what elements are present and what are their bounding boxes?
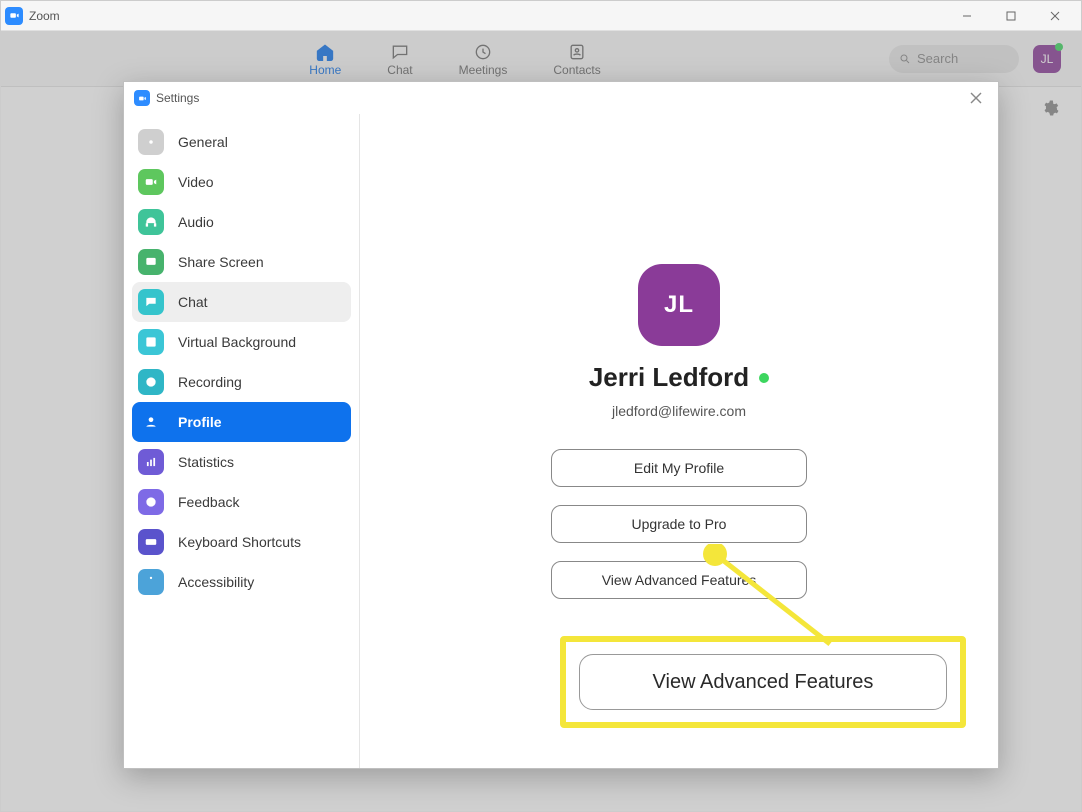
share-screen-icon bbox=[138, 249, 164, 275]
app-window: Zoom Home Chat Meetings Contacts bbox=[0, 0, 1082, 812]
view-advanced-features-button[interactable]: View Advanced Features bbox=[551, 561, 807, 599]
settings-body: General Video Audio Share Screen Chat bbox=[124, 114, 998, 768]
window-title: Zoom bbox=[29, 9, 60, 23]
virtual-bg-icon bbox=[138, 329, 164, 355]
gear-icon bbox=[138, 129, 164, 155]
keyboard-icon bbox=[138, 529, 164, 555]
settings-close-button[interactable] bbox=[964, 86, 988, 110]
settings-modal: Settings General Video Audio bbox=[123, 81, 999, 769]
settings-sidebar: General Video Audio Share Screen Chat bbox=[124, 114, 360, 768]
maximize-button[interactable] bbox=[989, 1, 1033, 31]
presence-indicator bbox=[759, 373, 769, 383]
settings-header: Settings bbox=[124, 82, 998, 114]
profile-name: Jerri Ledford bbox=[589, 362, 749, 393]
edit-profile-button[interactable]: Edit My Profile bbox=[551, 449, 807, 487]
minimize-button[interactable] bbox=[945, 1, 989, 31]
callout-button: View Advanced Features bbox=[579, 654, 947, 710]
profile-avatar[interactable]: JL bbox=[638, 264, 720, 346]
sidebar-item-accessibility[interactable]: Accessibility bbox=[124, 562, 359, 602]
zoom-icon bbox=[5, 7, 23, 25]
profile-name-row: Jerri Ledford bbox=[589, 362, 769, 393]
sidebar-item-virtual-background[interactable]: Virtual Background bbox=[124, 322, 359, 362]
sidebar-item-profile[interactable]: Profile bbox=[132, 402, 351, 442]
profile-icon bbox=[138, 409, 164, 435]
settings-title: Settings bbox=[156, 91, 199, 105]
statistics-icon bbox=[138, 449, 164, 475]
sidebar-item-video[interactable]: Video bbox=[124, 162, 359, 202]
accessibility-icon bbox=[138, 569, 164, 595]
sidebar-item-feedback[interactable]: Feedback bbox=[124, 482, 359, 522]
sidebar-item-keyboard-shortcuts[interactable]: Keyboard Shortcuts bbox=[124, 522, 359, 562]
recording-icon bbox=[138, 369, 164, 395]
sidebar-item-chat[interactable]: Chat bbox=[132, 282, 351, 322]
settings-content: JL Jerri Ledford jledford@lifewire.com E… bbox=[360, 114, 998, 768]
window-controls bbox=[945, 1, 1077, 31]
feedback-icon bbox=[138, 489, 164, 515]
sidebar-item-share-screen[interactable]: Share Screen bbox=[124, 242, 359, 282]
zoom-icon bbox=[134, 90, 150, 106]
chat-icon bbox=[138, 289, 164, 315]
video-icon bbox=[138, 169, 164, 195]
close-button[interactable] bbox=[1033, 1, 1077, 31]
sidebar-item-audio[interactable]: Audio bbox=[124, 202, 359, 242]
sidebar-item-statistics[interactable]: Statistics bbox=[124, 442, 359, 482]
upgrade-to-pro-button[interactable]: Upgrade to Pro bbox=[551, 505, 807, 543]
sidebar-item-general[interactable]: General bbox=[124, 122, 359, 162]
sidebar-item-recording[interactable]: Recording bbox=[124, 362, 359, 402]
callout-highlight: View Advanced Features bbox=[560, 636, 966, 728]
profile-email: jledford@lifewire.com bbox=[612, 403, 746, 419]
titlebar: Zoom bbox=[1, 1, 1081, 31]
headphones-icon bbox=[138, 209, 164, 235]
